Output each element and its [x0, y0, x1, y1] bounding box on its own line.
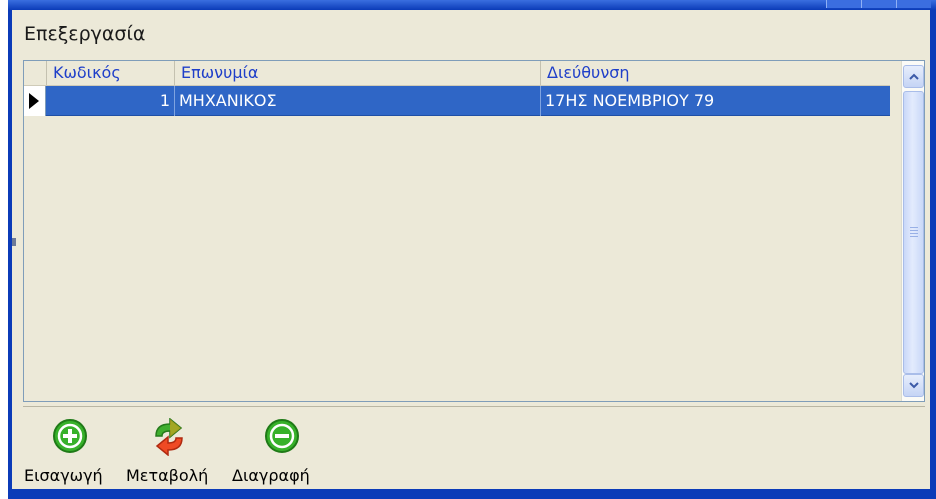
- table-row[interactable]: 1 ΜΗΧΑΝΙΚΟΣ 17ΗΣ ΝΟΕΜΒΡΙΟΥ 79: [24, 86, 890, 116]
- maximize-button[interactable]: [861, 0, 896, 8]
- delete-button[interactable]: Διαγραφή: [232, 412, 336, 492]
- toolbar-separator: [23, 406, 925, 407]
- window-frame: Επεξεργασία Κωδικός Επωνυμία Διεύθυνση 1…: [8, 0, 936, 499]
- insert-button[interactable]: Εισαγωγή: [24, 412, 124, 492]
- panel-title: Επεξεργασία: [24, 23, 146, 45]
- vertical-scrollbar[interactable]: [901, 61, 924, 401]
- scroll-down-button[interactable]: [903, 374, 924, 397]
- current-row-arrow-icon: [29, 93, 39, 109]
- delete-label: Διαγραφή: [232, 466, 310, 485]
- panel-client-area: Επεξεργασία Κωδικός Επωνυμία Διεύθυνση 1…: [12, 10, 930, 489]
- cell-code[interactable]: 1: [46, 86, 174, 116]
- column-header-address[interactable]: Διεύθυνση: [540, 61, 890, 85]
- modify-label: Μεταβολή: [126, 466, 209, 485]
- data-grid[interactable]: Κωδικός Επωνυμία Διεύθυνση 1 ΜΗΧΑΝΙΚΟΣ 1…: [23, 60, 925, 402]
- refresh-arrows-icon: [155, 418, 183, 456]
- minimize-button[interactable]: [826, 0, 861, 8]
- title-bar: [8, 0, 936, 10]
- cell-name[interactable]: ΜΗΧΑΝΙΚΟΣ: [174, 86, 540, 116]
- close-button[interactable]: [896, 0, 931, 8]
- edge-marker: [12, 238, 16, 246]
- chevron-down-icon: [909, 382, 919, 389]
- insert-label: Εισαγωγή: [24, 466, 103, 485]
- column-header-name[interactable]: Επωνυμία: [174, 61, 540, 85]
- column-header-code[interactable]: Κωδικός: [46, 61, 174, 85]
- chevron-up-icon: [909, 73, 919, 80]
- scroll-up-button[interactable]: [903, 65, 924, 88]
- scroll-thumb[interactable]: [903, 91, 924, 374]
- modify-button[interactable]: Μεταβολή: [126, 412, 230, 492]
- row-selector[interactable]: [24, 86, 46, 116]
- plus-circle-icon: [53, 419, 87, 453]
- grid-header-row: Κωδικός Επωνυμία Διεύθυνση: [24, 61, 890, 86]
- minus-circle-icon: [265, 419, 299, 453]
- cell-address[interactable]: 17ΗΣ ΝΟΕΜΒΡΙΟΥ 79: [540, 86, 890, 116]
